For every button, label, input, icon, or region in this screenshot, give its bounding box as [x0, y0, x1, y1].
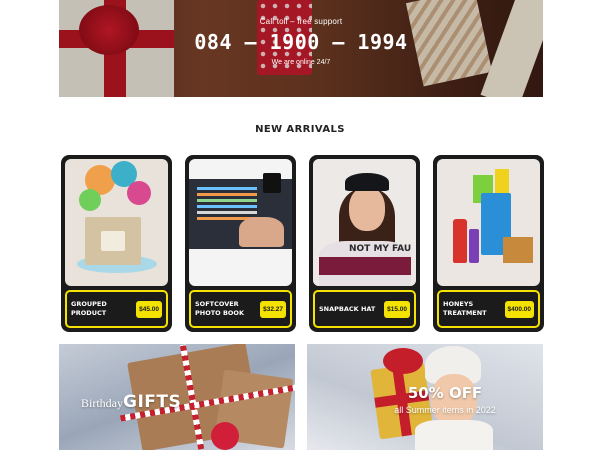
sale-subtitle: all Summer items in 2022	[394, 405, 496, 415]
price-badge: $15.00	[384, 300, 410, 318]
product-footer: HONEYS TREATMENT $400.00	[437, 290, 540, 328]
promo-headline: GIFTS	[123, 392, 182, 412]
price-badge: $400.00	[504, 300, 534, 318]
heart-tag-image	[211, 422, 239, 450]
ribbon-bow-image	[383, 348, 423, 374]
section-title: NEW ARRIVALS	[255, 124, 345, 135]
product-name[interactable]: HONEYS TREATMENT	[443, 300, 503, 318]
product-name[interactable]: SNAPBACK HAT	[319, 305, 375, 314]
price-badge: $32.27	[260, 300, 286, 318]
support-banner: Call toll – free support 084 – 1900 – 19…	[59, 0, 543, 97]
product-footer: GROUPED PRODUCT $45.00	[65, 290, 168, 328]
birthday-gifts-promo[interactable]: BirthdayGIFTS	[59, 344, 295, 450]
product-card[interactable]: HONEYS TREATMENT $400.00	[433, 155, 544, 332]
product-name[interactable]: GROUPED PRODUCT	[71, 300, 131, 318]
support-phone-number[interactable]: 084 – 1900 – 1994	[59, 30, 543, 54]
product-card[interactable]: NOT MY FAU SNAPBACK HAT $15.00	[309, 155, 420, 332]
product-image-shopping-bags[interactable]	[437, 159, 540, 286]
support-label: Call toll – free support	[259, 17, 343, 26]
availability-label: We are online 24/7	[271, 59, 331, 66]
product-footer: SOFTCOVER PHOTO BOOK $32.27	[189, 290, 292, 328]
product-image-gift-box[interactable]	[65, 159, 168, 286]
price-badge: $45.00	[136, 300, 162, 318]
summer-sale-promo[interactable]: 50% OFF all Summer items in 2022	[307, 344, 543, 450]
product-image-laptop[interactable]	[189, 159, 292, 286]
product-card[interactable]: GROUPED PRODUCT $45.00	[61, 155, 172, 332]
product-card[interactable]: SOFTCOVER PHOTO BOOK $32.27	[185, 155, 296, 332]
shirt-print-text: NOT MY FAU	[349, 244, 412, 254]
product-footer: SNAPBACK HAT $15.00	[313, 290, 416, 328]
sale-headline: 50% OFF	[407, 384, 483, 402]
product-name[interactable]: SOFTCOVER PHOTO BOOK	[195, 300, 255, 318]
promo-prefix: Birthday	[81, 396, 123, 410]
product-image-snapback-hat[interactable]: NOT MY FAU	[313, 159, 416, 286]
